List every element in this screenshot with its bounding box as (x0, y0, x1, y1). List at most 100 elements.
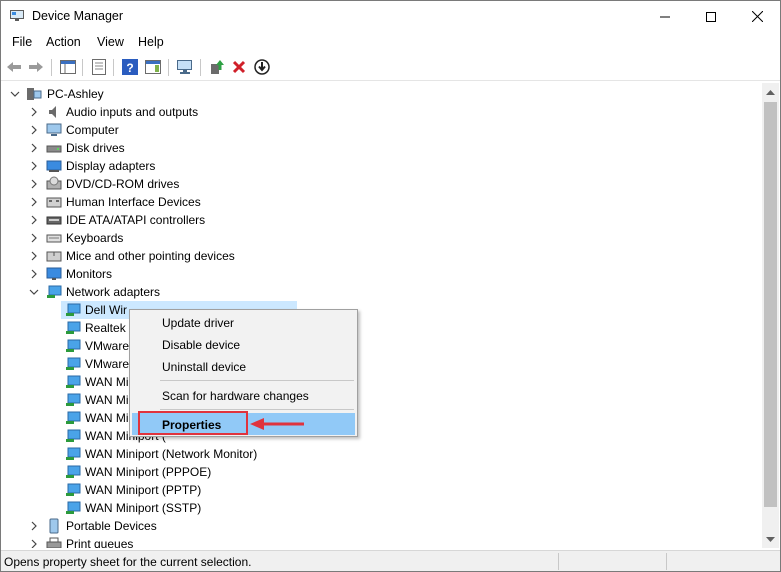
forward-icon (29, 62, 43, 72)
tree-root[interactable]: PC-Ashley (2, 85, 762, 103)
dvd-icon (46, 176, 62, 190)
scan-hardware-button[interactable] (176, 58, 194, 76)
vertical-scrollbar[interactable] (762, 83, 779, 548)
tree-category[interactable]: Print queues (2, 535, 762, 548)
tree-device-label: WAN Mi (85, 411, 129, 425)
back-icon (7, 62, 21, 72)
chevron-right-icon[interactable] (28, 124, 40, 136)
scroll-down-button[interactable] (762, 531, 779, 548)
tree-category[interactable]: Network adapters (2, 283, 762, 301)
menu-file[interactable]: File (12, 35, 32, 49)
chevron-down-icon[interactable] (28, 286, 40, 298)
title-bar[interactable]: Device Manager (1, 1, 780, 32)
tree-device[interactable]: WAN Miniport (PPPOE) (2, 463, 762, 481)
back-button[interactable] (5, 58, 23, 76)
tree-device[interactable]: VMware (2, 337, 762, 355)
tree-device[interactable]: WAN Miniport (Network Monitor) (2, 445, 762, 463)
chevron-right-icon[interactable] (28, 268, 40, 280)
tree-device[interactable]: VMware (2, 355, 762, 373)
tree-device[interactable]: WAN Miniport (PPTP) (2, 481, 762, 499)
tree-category[interactable]: Disk drives (2, 139, 762, 157)
chevron-right-icon[interactable] (28, 214, 40, 226)
computer-tree-icon (27, 88, 42, 100)
tree-device-label: WAN Miniport (PPTP) (85, 483, 202, 497)
update-driver-button[interactable] (208, 58, 226, 76)
tree-category[interactable]: Audio inputs and outputs (2, 103, 762, 121)
show-hide-console-tree-button[interactable] (59, 58, 77, 76)
hid-icon (46, 197, 62, 208)
properties-button[interactable] (90, 58, 108, 76)
chevron-right-icon[interactable] (28, 160, 40, 172)
chevron-right-icon[interactable] (28, 142, 40, 154)
tree-device[interactable]: Realtek (2, 319, 762, 337)
network-icon (66, 465, 81, 478)
menu-view[interactable]: View (97, 35, 124, 49)
tree-device[interactable]: WAN Mi (2, 409, 762, 427)
tree-category-label: Display adapters (66, 159, 156, 173)
uninstall-device-button[interactable] (230, 58, 248, 76)
toolbar-separator (200, 59, 201, 76)
tree-category[interactable]: Display adapters (2, 157, 762, 175)
menu-item-uninstall-device[interactable]: Uninstall device (132, 355, 355, 377)
display-icon (46, 160, 62, 172)
tree-device[interactable]: Dell Wir (2, 301, 762, 319)
computer-icon (46, 123, 62, 136)
network-icon (66, 393, 81, 406)
device-manager-app-icon (10, 10, 24, 21)
install-icon (254, 59, 270, 75)
chevron-right-icon[interactable] (28, 232, 40, 244)
status-separator (558, 553, 559, 570)
maximize-button[interactable] (688, 1, 734, 32)
tree-category[interactable]: IDE ATA/ATAPI controllers (2, 211, 762, 229)
tree-category-label: Mice and other pointing devices (66, 249, 235, 263)
mouse-icon (46, 251, 62, 262)
tree-device-label: Dell Wir (85, 303, 127, 317)
tree-category[interactable]: Keyboards (2, 229, 762, 247)
chevron-right-icon[interactable] (28, 106, 40, 118)
tree-root-label: PC-Ashley (47, 87, 104, 101)
forward-button[interactable] (27, 58, 45, 76)
tree-category[interactable]: Computer (2, 121, 762, 139)
tree-category[interactable]: Monitors (2, 265, 762, 283)
action-pane-icon (145, 60, 161, 74)
chevron-right-icon[interactable] (28, 250, 40, 262)
tree-device[interactable]: WAN Miniport (SSTP) (2, 499, 762, 517)
chevron-right-icon[interactable] (28, 520, 40, 532)
tree-category[interactable]: Portable Devices (2, 517, 762, 535)
minimize-button[interactable] (642, 1, 688, 32)
network-icon (47, 285, 62, 298)
tree-device[interactable]: WAN Mi (2, 373, 762, 391)
menu-help[interactable]: Help (138, 35, 164, 49)
tree-device[interactable]: WAN Miniport ( (2, 427, 762, 445)
device-tree[interactable]: PC-Ashley Audio inputs and outputs Comput… (2, 83, 762, 548)
close-button[interactable] (734, 1, 780, 32)
annotation-highlight-box (138, 411, 248, 435)
scrollbar-thumb[interactable] (764, 102, 777, 507)
tree-category[interactable]: Human Interface Devices (2, 193, 762, 211)
tree-category[interactable]: DVD/CD-ROM drives (2, 175, 762, 193)
network-icon (66, 339, 81, 352)
help-button[interactable]: ? (121, 58, 139, 76)
menu-item-disable-device[interactable]: Disable device (132, 333, 355, 355)
show-hide-console-tree-icon (60, 60, 76, 74)
network-icon (66, 501, 81, 514)
menu-item-update-driver[interactable]: Update driver (132, 311, 355, 333)
tree-category[interactable]: Mice and other pointing devices (2, 247, 762, 265)
chevron-right-icon[interactable] (28, 538, 40, 548)
tree-category-label: Disk drives (66, 141, 125, 155)
chevron-right-icon[interactable] (28, 196, 40, 208)
chevron-right-icon[interactable] (28, 178, 40, 190)
update-driver-icon (211, 60, 224, 74)
menu-item-scan-hardware[interactable]: Scan for hardware changes (132, 384, 355, 406)
menu-action[interactable]: Action (46, 35, 81, 49)
install-button[interactable] (253, 58, 271, 76)
menu-item-label: Update driver (162, 316, 235, 330)
tree-device-label: WAN Mi (85, 375, 129, 389)
tree-device[interactable]: WAN Mi (2, 391, 762, 409)
chevron-down-icon[interactable] (9, 88, 21, 100)
action-pane-button[interactable] (144, 58, 162, 76)
tree-category-label: Print queues (66, 537, 134, 548)
scroll-up-button[interactable] (762, 83, 779, 100)
network-icon (66, 411, 81, 424)
toolbar-separator (113, 59, 114, 76)
